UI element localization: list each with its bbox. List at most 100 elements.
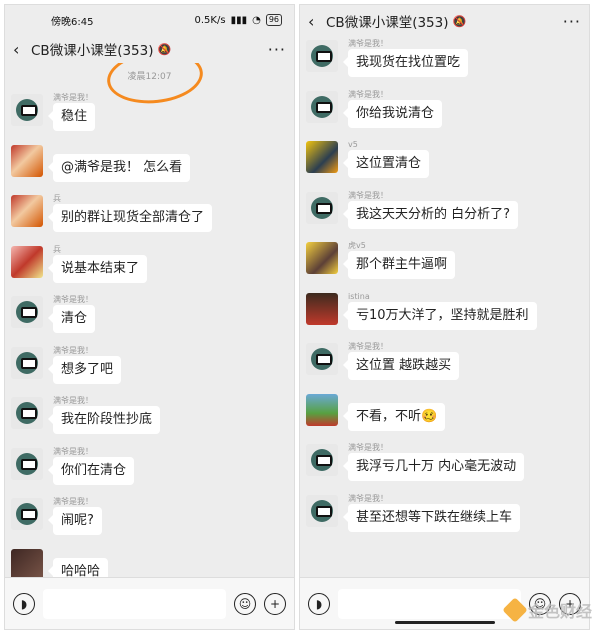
chat-message: 满爷是我！ 我现货在找位置吃 <box>300 37 589 88</box>
battery-icon: 96 <box>265 14 282 26</box>
message-body: 满爷是我！ 我现货在找位置吃 <box>342 37 469 77</box>
sender-nickname: 满爷是我！ <box>348 89 388 99</box>
sender-nickname: 满爷是我！ <box>348 190 388 200</box>
avatar[interactable] <box>306 90 338 123</box>
chat-message: 兵别的群让现货全部清仓了 <box>5 192 294 243</box>
avatar[interactable] <box>11 397 43 429</box>
avatar[interactable] <box>11 296 43 328</box>
avatar[interactable] <box>306 292 338 325</box>
avatar[interactable] <box>11 94 43 126</box>
avatar[interactable] <box>11 346 43 379</box>
message-body: 满爷是我！ 想多了吧 <box>47 344 122 384</box>
avatar[interactable] <box>306 444 338 476</box>
avatar[interactable] <box>306 343 338 375</box>
message-bubble[interactable]: 说基本结束了 <box>47 254 148 283</box>
avatar[interactable] <box>306 40 338 72</box>
message-bubble[interactable]: 我现货在找位置吃 <box>342 49 469 77</box>
chat-message: v5 这位置清仓 <box>300 138 589 189</box>
sender-nickname: 满爷是我！ <box>53 396 93 405</box>
avatar[interactable] <box>11 447 43 480</box>
message-bubble[interactable]: 亏10万大洋了，坚持就是胜利 <box>343 301 537 330</box>
chat-message: 满爷是我！ 清仓 <box>5 293 294 344</box>
message-body: 满爷是我！ 稳住 <box>47 91 96 131</box>
voice-icon[interactable]: ◗ <box>13 592 35 615</box>
message-body: 满爷是我！ 闹呢? <box>48 495 102 535</box>
message-body: 满爷是我！ 甚至还想等下跌在继续上车 <box>342 492 521 532</box>
message-bubble[interactable]: 别的群让现货全部清仓了 <box>47 204 213 232</box>
avatar[interactable] <box>11 245 43 278</box>
chat-message: 满爷是我！ 我在阶段性抄底 <box>5 394 294 445</box>
chat-screen-left: 傍晚6:45 0.5K/s ▮▮▮ ◔ 96 ‹ CB微课小课堂(353) 🔕 … <box>4 4 295 630</box>
message-body: 满爷是我！ 我浮亏几十万 内心毫无波动 <box>342 441 525 481</box>
message-body: v5 这位置清仓 <box>342 138 430 178</box>
avatar[interactable] <box>306 242 338 274</box>
avatar[interactable] <box>306 494 338 527</box>
sender-nickname <box>53 143 190 154</box>
message-list[interactable]: 凌晨12:07 满爷是我！ 稳住 @满爷是我！ 怎么看兵别的群让现货全部清仓了兵说基… <box>5 63 294 577</box>
message-body: 不看，不听🥴 <box>342 391 446 431</box>
sender-nickname: 满爷是我！ <box>53 497 93 506</box>
sender-nickname: 满爷是我！ <box>53 446 93 456</box>
emoji-icon[interactable]: ☺ <box>234 592 256 615</box>
message-bubble[interactable]: 这位置 越跌越买 <box>342 352 460 380</box>
sender-nickname: istina <box>348 291 370 301</box>
message-bubble[interactable]: 清仓 <box>47 305 96 333</box>
avatar[interactable] <box>11 548 43 577</box>
more-icon[interactable]: ··· <box>268 40 286 59</box>
chat-title-wrap: CB微课小课堂(353) 🔕 <box>326 11 563 32</box>
sender-nickname: 满爷是我！ <box>348 443 388 452</box>
chat-title: CB微课小课堂(353) <box>31 43 154 59</box>
avatar[interactable] <box>11 144 43 177</box>
avatar[interactable] <box>306 141 338 173</box>
chat-title-wrap: CB微课小课堂(353) 🔕 <box>31 39 268 60</box>
message-bubble[interactable]: 那个群主牛逼啊 <box>342 251 456 279</box>
chat-message: 满爷是我！ 想多了吧 <box>5 344 294 395</box>
message-body: 兵说基本结束了 <box>47 243 148 283</box>
message-body: 虎v5 那个群主牛逼啊 <box>342 239 456 279</box>
chat-screen-right: ‹ CB微课小课堂(353) 🔕 ··· 满爷是我！ 我现货在找位置吃 满爷是我！你… <box>299 4 590 630</box>
avatar[interactable] <box>11 195 43 227</box>
message-bubble[interactable]: 想多了吧 <box>47 355 122 384</box>
sender-nickname: 虎v5 <box>348 241 366 250</box>
message-bubble[interactable]: 我这天天分析的 白分析了? <box>342 200 519 229</box>
plus-icon[interactable]: + <box>264 592 286 615</box>
sender-nickname: 满爷是我！ <box>348 493 388 503</box>
chat-message: 兵说基本结束了 <box>5 243 294 294</box>
more-icon[interactable]: ··· <box>563 12 581 31</box>
message-bubble[interactable]: 我浮亏几十万 内心毫无波动 <box>342 453 525 481</box>
avatar[interactable] <box>306 191 338 224</box>
message-input[interactable] <box>338 588 521 619</box>
back-arrow-icon[interactable]: ‹ <box>308 12 326 31</box>
chat-message: 满爷是我！ 甚至还想等下跌在继续上车 <box>300 492 589 543</box>
message-input[interactable] <box>43 588 226 619</box>
voice-icon[interactable]: ◗ <box>308 592 330 615</box>
message-bubble[interactable]: 哈哈哈 <box>47 557 109 577</box>
chat-title: CB微课小课堂(353) <box>326 15 449 31</box>
back-arrow-icon[interactable]: ‹ <box>13 40 31 59</box>
message-bubble[interactable]: 这位置清仓 <box>342 150 430 178</box>
message-bubble[interactable]: @满爷是我！ 怎么看 <box>47 153 191 182</box>
message-bubble[interactable]: 我在阶段性抄底 <box>47 406 161 434</box>
chat-message: 满爷是我！ 你给我说清仓 <box>300 88 589 139</box>
message-bubble[interactable]: 闹呢? <box>48 507 102 535</box>
sender-nickname: 满爷是我！ <box>348 39 388 48</box>
avatar[interactable] <box>306 393 338 426</box>
message-bubble[interactable]: 稳住 <box>47 103 96 131</box>
sender-nickname <box>348 392 445 403</box>
chat-message: 满爷是我！ 我这天天分析的 白分析了? <box>300 189 589 240</box>
signal-icon: ▮▮▮ <box>230 14 248 26</box>
sender-nickname <box>53 547 108 558</box>
watermark: 金色财经 <box>502 597 592 623</box>
avatar[interactable] <box>11 498 43 530</box>
chat-message: @满爷是我！ 怎么看 <box>5 142 294 193</box>
sender-nickname: 满爷是我！ <box>348 342 388 351</box>
message-body: 兵别的群让现货全部清仓了 <box>47 192 213 232</box>
chat-message: 不看，不听🥴 <box>300 391 589 442</box>
message-list[interactable]: 满爷是我！ 我现货在找位置吃 满爷是我！ 你给我说清仓 v5 这位置清仓 满爷是我！ 我这天天… <box>300 37 589 577</box>
message-bubble[interactable]: 甚至还想等下跌在继续上车 <box>342 503 521 532</box>
message-bubble[interactable]: 你给我说清仓 <box>342 99 443 128</box>
message-bubble[interactable]: 你们在清仓 <box>47 456 135 485</box>
message-body: 哈哈哈 <box>47 546 109 577</box>
chat-message: istina 亏10万大洋了，坚持就是胜利 <box>300 290 589 341</box>
message-bubble[interactable]: 不看，不听🥴 <box>342 402 446 431</box>
